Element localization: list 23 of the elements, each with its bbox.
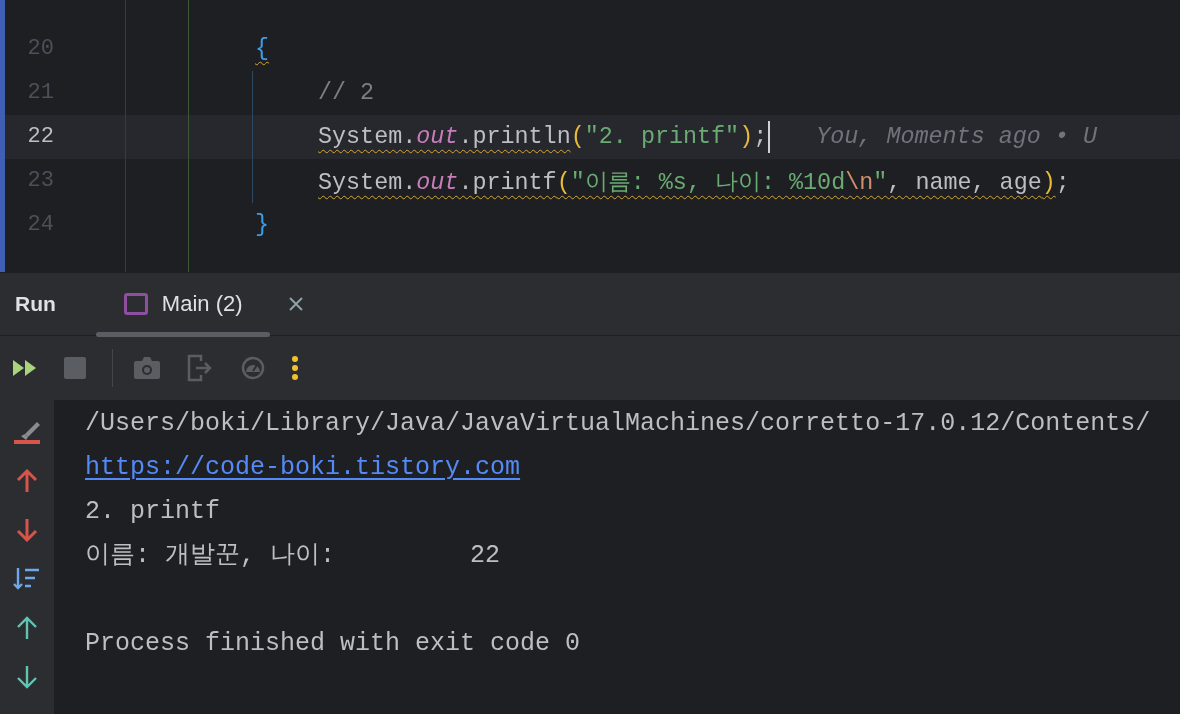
arrow-up-icon[interactable] xyxy=(16,616,38,640)
sort-icon[interactable] xyxy=(13,567,41,591)
run-tab[interactable]: Main (2) xyxy=(95,273,270,335)
arrow-down-icon[interactable] xyxy=(16,665,38,689)
close-icon[interactable] xyxy=(287,296,304,312)
code-line: System.out.printf("이름: %s, 나이: %10d\n", name, age); xyxy=(318,169,1070,197)
rerun-icon[interactable] xyxy=(12,359,38,377)
console-output: 이름: 개발꾼, 나이: 22 xyxy=(85,541,501,570)
code-line: // 2 xyxy=(318,80,375,106)
window-icon xyxy=(123,293,148,315)
code-line: } xyxy=(255,212,270,238)
console-output: 2. printf xyxy=(85,497,221,526)
exit-message: Process finished with exit code 0 xyxy=(85,629,581,658)
arrow-down-icon[interactable] xyxy=(16,518,38,542)
panel-title: Run xyxy=(15,292,56,316)
more-icon[interactable] xyxy=(291,355,299,381)
console-output: /Users/boki/Library/Java/JavaVirtualMachines/corretto-17.0.12/Contents/ xyxy=(85,409,1151,438)
blame-annotation: You, Moments ago • U xyxy=(816,124,1097,150)
arrow-up-icon[interactable] xyxy=(16,469,38,493)
code-line: System.out.println("2. printf"); xyxy=(318,124,768,150)
text-caret xyxy=(768,121,771,153)
console-link[interactable]: https://code-boki.tistory.com xyxy=(85,453,521,482)
code-line: { xyxy=(255,36,270,62)
